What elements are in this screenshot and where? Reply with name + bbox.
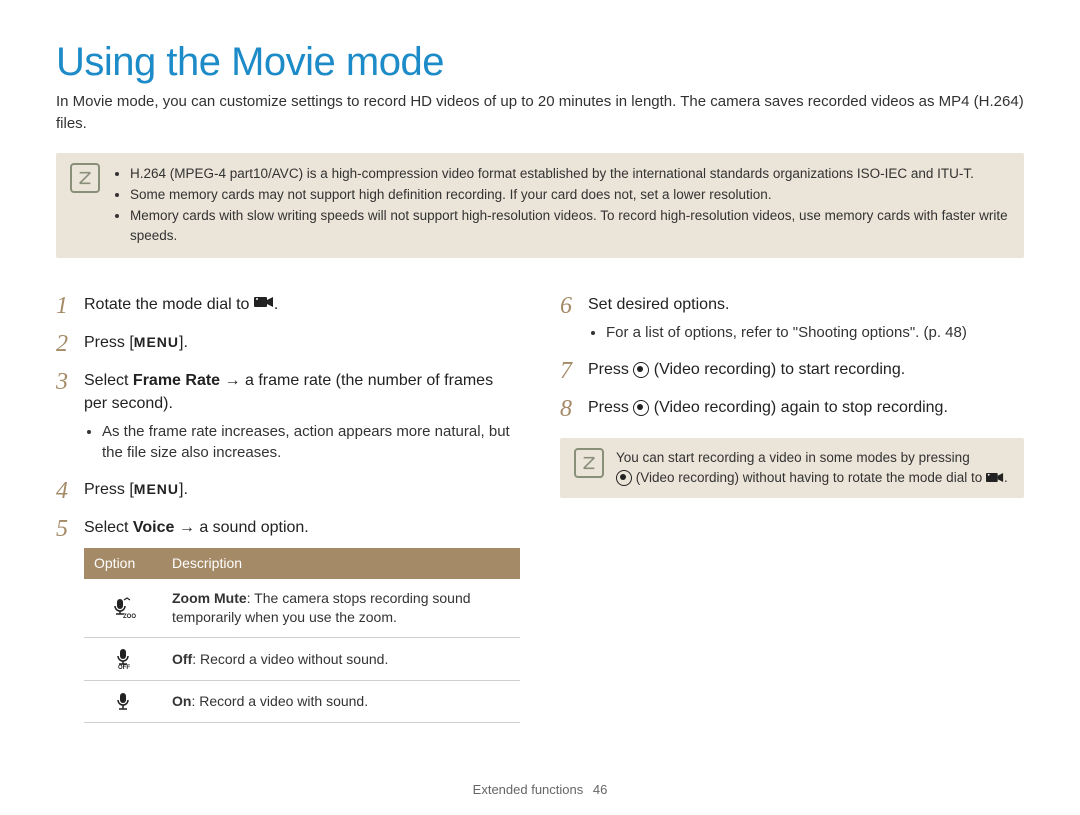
step-6: 6 Set desired options. For a list of opt… bbox=[560, 294, 1024, 343]
page-footer: Extended functions 46 bbox=[0, 782, 1080, 797]
step-number: 4 bbox=[56, 475, 68, 509]
note-item: Some memory cards may not support high d… bbox=[130, 185, 1010, 205]
table-row: ZOOM Zoom Mute: The camera stops recordi… bbox=[84, 579, 520, 637]
manual-page: Using the Movie mode In Movie mode, you … bbox=[0, 0, 1080, 815]
mic-off-icon: OFF bbox=[84, 638, 162, 681]
intro-text: In Movie mode, you can customize setting… bbox=[56, 91, 1024, 135]
step-text: Rotate the mode dial to bbox=[84, 296, 254, 313]
step-sub: As the frame rate increases, action appe… bbox=[102, 421, 520, 463]
record-button-icon bbox=[616, 470, 632, 486]
table-row: OFF Off: Record a video without sound. bbox=[84, 638, 520, 681]
table-header-description: Description bbox=[162, 548, 520, 580]
note-icon bbox=[574, 448, 604, 478]
voice-options-table: Option Description bbox=[84, 548, 520, 723]
step-number: 1 bbox=[56, 290, 68, 324]
step-2: 2 Press [MENU]. bbox=[56, 332, 520, 354]
step-text: Press bbox=[588, 361, 633, 378]
note-line: (Video recording) without having to rota… bbox=[616, 468, 1010, 488]
step-text: Press [ bbox=[84, 334, 134, 351]
step-3: 3 Select Frame Rate → a frame rate (the … bbox=[56, 370, 520, 463]
step-text: (Video recording) again to stop recordin… bbox=[649, 399, 948, 416]
step-text: → a sound option. bbox=[174, 519, 308, 536]
step-5: 5 Select Voice → a sound option. Option … bbox=[56, 517, 520, 722]
table-cell: On: Record a video with sound. bbox=[162, 681, 520, 722]
step-sub: For a list of options, refer to "Shootin… bbox=[606, 322, 1024, 343]
voice-label: Voice bbox=[133, 519, 175, 536]
record-button-icon bbox=[633, 400, 649, 416]
footer-section: Extended functions bbox=[473, 782, 584, 797]
left-column: 1 Rotate the mode dial to . 2 Press [MEN… bbox=[56, 294, 520, 739]
step-number: 2 bbox=[56, 328, 68, 362]
step-text: ]. bbox=[179, 481, 188, 498]
zoom-mute-icon: ZOOM bbox=[84, 579, 162, 637]
step-text: (Video recording) to start recording. bbox=[649, 361, 905, 378]
page-title: Using the Movie mode bbox=[56, 40, 1024, 85]
step-number: 5 bbox=[56, 513, 68, 547]
step-number: 7 bbox=[560, 355, 572, 389]
menu-button-label: MENU bbox=[134, 334, 179, 350]
table-row: On: Record a video with sound. bbox=[84, 681, 520, 722]
step-number: 6 bbox=[560, 290, 572, 324]
step-text: Select bbox=[84, 372, 133, 389]
step-text: Select bbox=[84, 519, 133, 536]
step-4: 4 Press [MENU]. bbox=[56, 479, 520, 501]
note-icon bbox=[70, 163, 100, 193]
note-box-top: H.264 (MPEG-4 part10/AVC) is a high-comp… bbox=[56, 153, 1024, 258]
right-column: 6 Set desired options. For a list of opt… bbox=[560, 294, 1024, 739]
record-button-icon bbox=[633, 362, 649, 378]
footer-page-number: 46 bbox=[593, 782, 607, 797]
step-text: ]. bbox=[179, 334, 188, 351]
movie-mode-icon bbox=[986, 472, 1004, 486]
step-1: 1 Rotate the mode dial to . bbox=[56, 294, 520, 316]
two-column-layout: 1 Rotate the mode dial to . 2 Press [MEN… bbox=[56, 294, 1024, 739]
step-text: Press bbox=[588, 399, 633, 416]
frame-rate-label: Frame Rate bbox=[133, 372, 220, 389]
note-item: H.264 (MPEG-4 part10/AVC) is a high-comp… bbox=[130, 164, 1010, 184]
svg-text:OFF: OFF bbox=[118, 665, 130, 670]
step-text: . bbox=[274, 296, 278, 313]
step-number: 8 bbox=[560, 393, 572, 427]
movie-mode-icon bbox=[254, 296, 274, 312]
step-8: 8 Press (Video recording) again to stop … bbox=[560, 397, 1024, 419]
table-header-option: Option bbox=[84, 548, 162, 580]
step-number: 3 bbox=[56, 366, 68, 400]
mic-on-icon bbox=[84, 681, 162, 722]
table-cell: Off: Record a video without sound. bbox=[162, 638, 520, 681]
menu-button-label: MENU bbox=[134, 481, 179, 497]
note-line: You can start recording a video in some … bbox=[616, 448, 1010, 468]
svg-text:ZOOM: ZOOM bbox=[123, 614, 136, 619]
step-text: Set desired options. bbox=[588, 296, 729, 313]
table-cell: Zoom Mute: The camera stops recording so… bbox=[162, 579, 520, 637]
note-box-bottom: You can start recording a video in some … bbox=[560, 438, 1024, 499]
note-item: Memory cards with slow writing speeds wi… bbox=[130, 206, 1010, 247]
step-7: 7 Press (Video recording) to start recor… bbox=[560, 359, 1024, 381]
step-text: Press [ bbox=[84, 481, 134, 498]
